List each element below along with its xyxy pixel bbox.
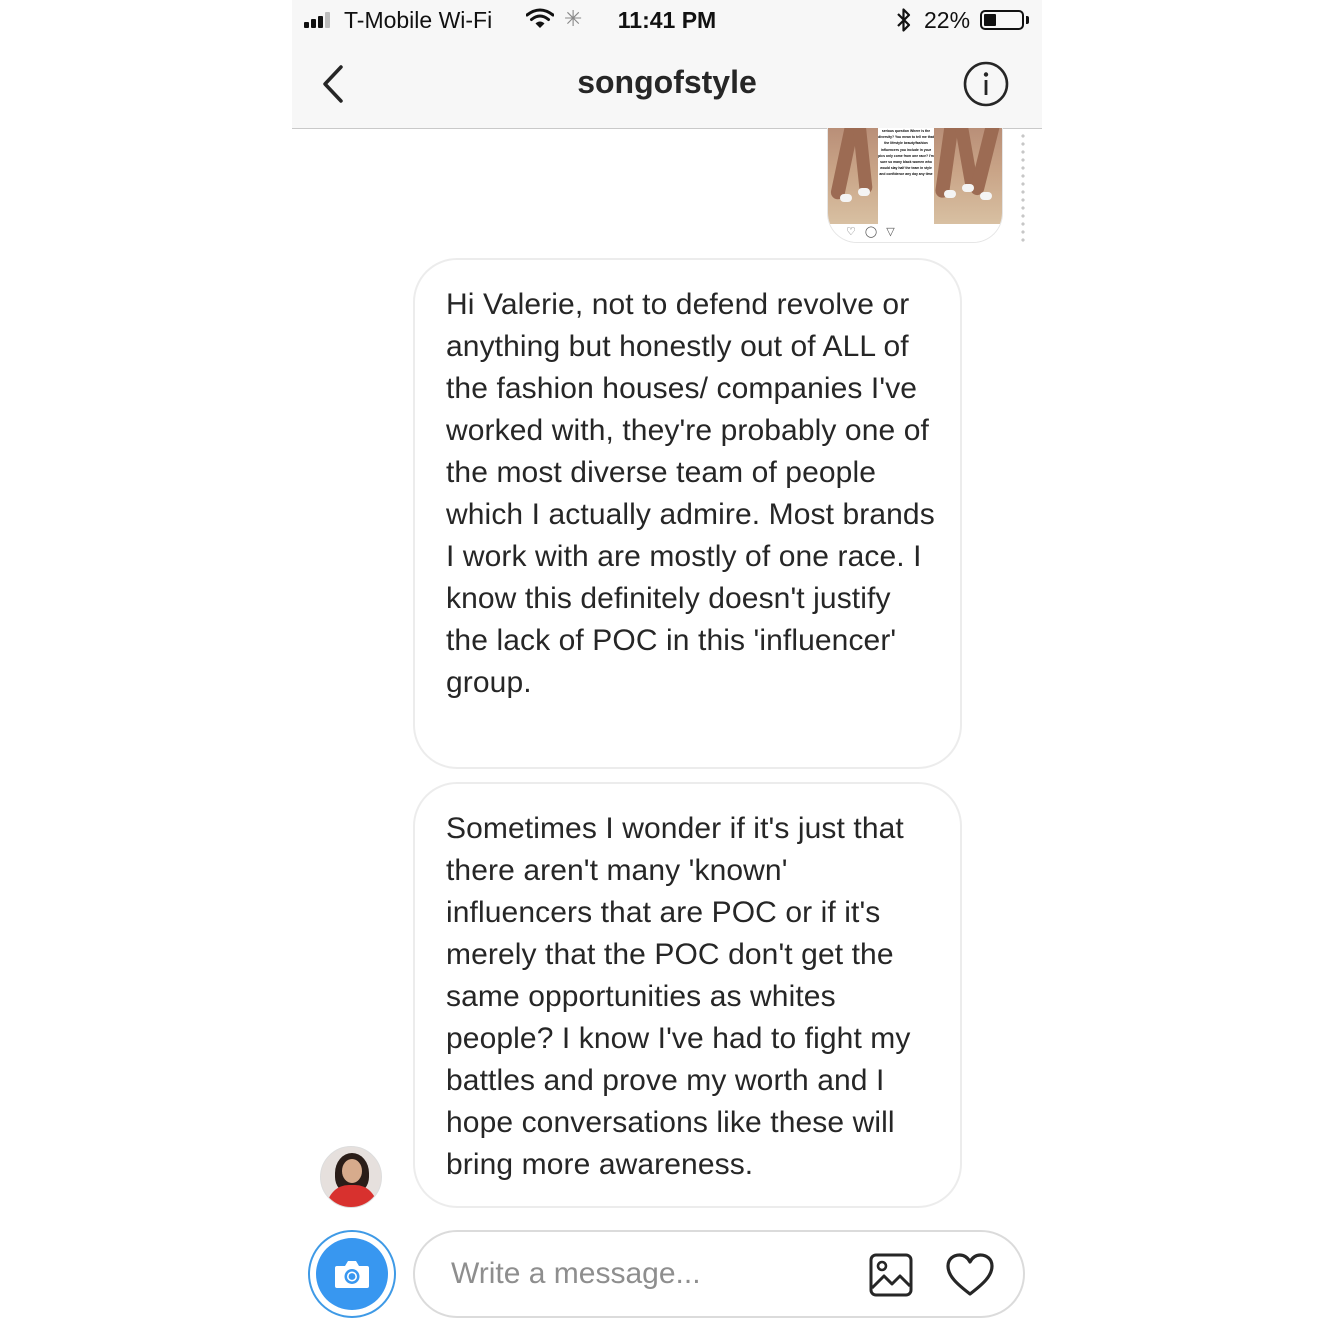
status-bar: T-Mobile Wi-Fi ✳ 11:41 PM 22% [292,0,1042,40]
conversation-header: songofstyle [292,40,1042,129]
message-bubble: Hi Valerie, not to defend revolve or any… [413,258,962,769]
message-bubble: Sometimes I wonder if it's just that the… [413,782,962,1208]
battery-percent: 22% [924,7,971,33]
shared-post[interactable]: serious question Where is the diversity?… [827,128,1003,243]
post-action-icons: ♡ ◯ ▽ [846,226,898,238]
camera-icon [335,1261,369,1288]
bluetooth-icon [897,8,911,32]
info-icon[interactable] [963,61,1009,107]
avatar[interactable] [320,1146,382,1208]
conversation-title[interactable]: songofstyle [292,64,1042,101]
shared-post-caption: serious question Where is the diversity?… [878,128,934,224]
heart-icon[interactable] [945,1252,995,1298]
message-composer [413,1230,1025,1318]
battery-tip [1026,16,1029,24]
scroll-dots [1021,132,1025,244]
battery-icon [980,10,1024,30]
camera-button[interactable] [308,1230,396,1318]
message-input[interactable] [451,1252,831,1296]
shared-post-actions: ♡ ◯ ▽ [828,224,1002,242]
dm-screen: T-Mobile Wi-Fi ✳ 11:41 PM 22% songofstyl… [292,0,1042,1334]
gallery-icon[interactable] [868,1252,914,1298]
